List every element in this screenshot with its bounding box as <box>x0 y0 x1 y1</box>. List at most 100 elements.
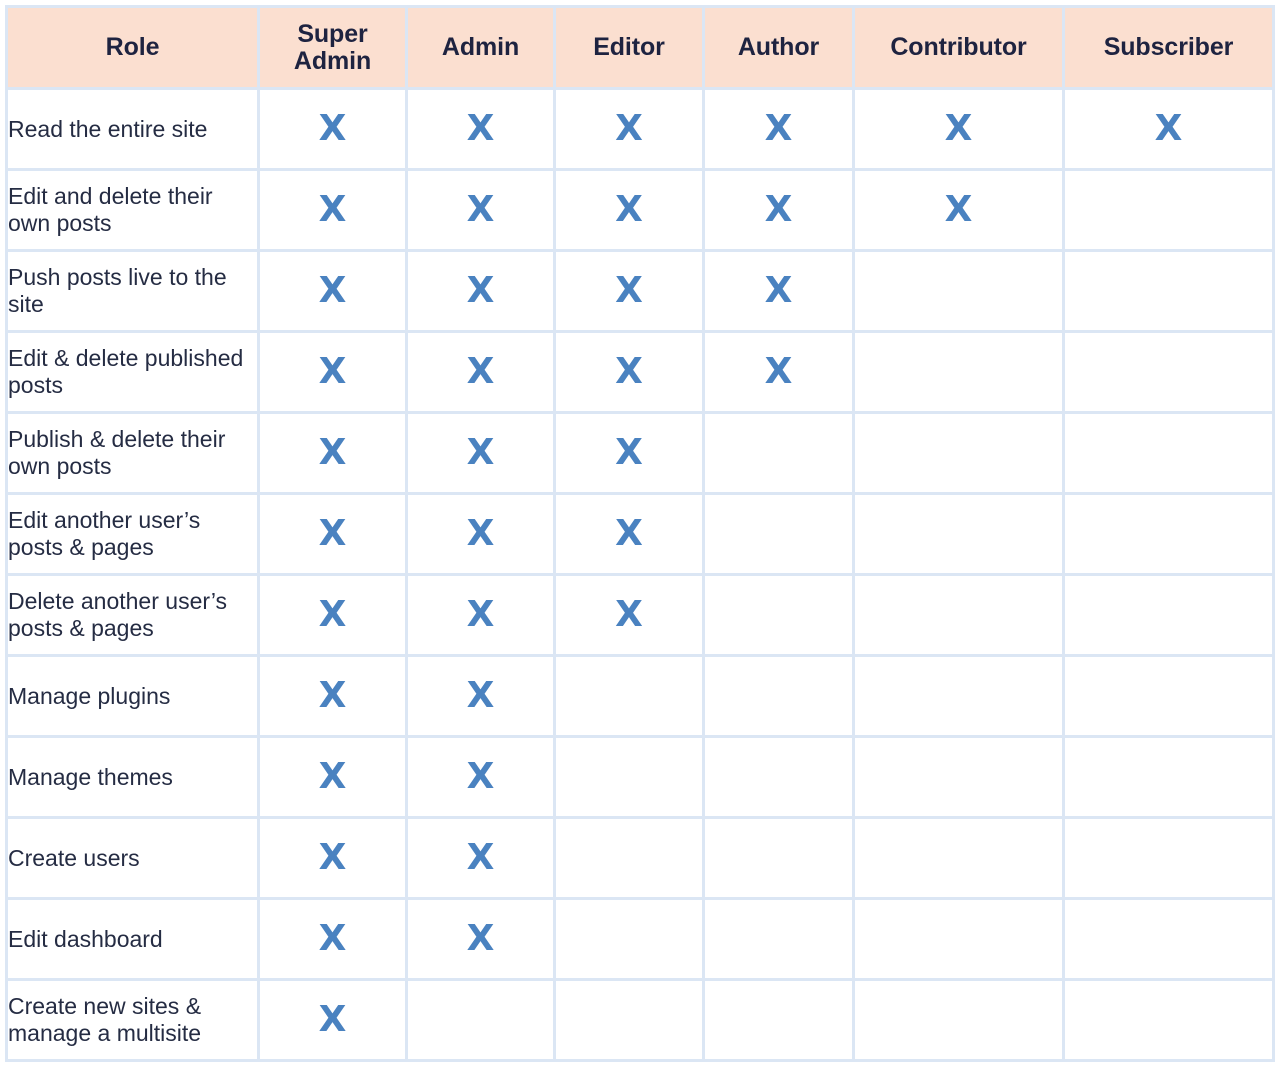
permission-granted-x-icon: X <box>318 270 347 311</box>
permission-cell-author: X <box>705 819 855 900</box>
permission-cell-superadmin: X <box>260 981 408 1062</box>
header-row: Role Super Admin Admin Editor Author Con… <box>5 5 1275 90</box>
permission-granted-x-icon: X <box>615 189 643 230</box>
permission-cell-superadmin: X <box>260 333 408 414</box>
permission-cell-contributor: X <box>855 576 1065 657</box>
permission-cell-author: X <box>705 333 855 414</box>
row-label-capability: Edit dashboard <box>5 900 260 981</box>
permission-cell-author: X <box>705 981 855 1062</box>
permission-granted-x-icon: X <box>466 837 495 878</box>
role-permissions-table: Role Super Admin Admin Editor Author Con… <box>5 5 1275 1062</box>
permission-cell-contributor: X <box>855 414 1065 495</box>
permission-cell-editor: X <box>556 819 705 900</box>
permission-cell-contributor: X <box>855 90 1065 171</box>
permission-cell-author: X <box>705 171 855 252</box>
permission-cell-subscriber: X <box>1065 171 1275 252</box>
permission-granted-x-icon: X <box>466 594 495 635</box>
permission-cell-superadmin: X <box>260 900 408 981</box>
row-label-capability: Delete another user’s posts & pages <box>5 576 260 657</box>
permission-cell-contributor: X <box>855 495 1065 576</box>
permission-granted-x-icon: X <box>615 513 643 554</box>
permission-cell-admin: X <box>408 333 556 414</box>
permission-granted-x-icon: X <box>318 594 347 635</box>
permission-cell-superadmin: X <box>260 657 408 738</box>
permission-granted-x-icon: X <box>615 108 643 149</box>
permission-cell-subscriber: X <box>1065 657 1275 738</box>
permission-cell-subscriber: X <box>1065 576 1275 657</box>
row-label-capability: Edit & delete published posts <box>5 333 260 414</box>
column-header-author: Author <box>705 5 855 90</box>
permission-cell-contributor: X <box>855 333 1065 414</box>
row-label-capability: Create new sites & manage a multisite <box>5 981 260 1062</box>
permission-cell-editor: X <box>556 333 705 414</box>
permission-cell-admin: X <box>408 414 556 495</box>
permission-cell-superadmin: X <box>260 90 408 171</box>
permission-granted-x-icon: X <box>764 108 793 149</box>
permission-granted-x-icon: X <box>1154 108 1183 149</box>
permission-cell-admin: X <box>408 900 556 981</box>
row-label-capability: Push posts live to the site <box>5 252 260 333</box>
permission-cell-editor: X <box>556 576 705 657</box>
permission-granted-x-icon: X <box>466 351 495 392</box>
table-row: Create usersXXXXXX <box>5 819 1275 900</box>
permission-cell-contributor: X <box>855 819 1065 900</box>
permission-granted-x-icon: X <box>615 270 643 311</box>
column-header-role: Role <box>5 5 260 90</box>
permission-cell-admin: X <box>408 657 556 738</box>
permission-cell-admin: X <box>408 819 556 900</box>
permission-granted-x-icon: X <box>615 594 643 635</box>
permission-cell-subscriber: X <box>1065 90 1275 171</box>
row-label-capability: Publish & delete their own posts <box>5 414 260 495</box>
permission-cell-subscriber: X <box>1065 900 1275 981</box>
permission-cell-superadmin: X <box>260 171 408 252</box>
permission-cell-editor: X <box>556 900 705 981</box>
permission-granted-x-icon: X <box>466 270 495 311</box>
permission-granted-x-icon: X <box>466 756 495 797</box>
permission-cell-superadmin: X <box>260 495 408 576</box>
permission-cell-admin: X <box>408 981 556 1062</box>
permission-cell-author: X <box>705 657 855 738</box>
permission-granted-x-icon: X <box>466 675 495 716</box>
permission-granted-x-icon: X <box>318 189 347 230</box>
permission-granted-x-icon: X <box>318 999 347 1040</box>
permission-cell-contributor: X <box>855 171 1065 252</box>
permission-cell-subscriber: X <box>1065 819 1275 900</box>
column-header-subscriber: Subscriber <box>1065 5 1275 90</box>
row-label-capability: Manage plugins <box>5 657 260 738</box>
permission-granted-x-icon: X <box>615 432 643 473</box>
permission-granted-x-icon: X <box>764 351 793 392</box>
permission-cell-superadmin: X <box>260 738 408 819</box>
permission-granted-x-icon: X <box>318 756 347 797</box>
permission-cell-superadmin: X <box>260 576 408 657</box>
row-label-capability: Edit another user’s posts & pages <box>5 495 260 576</box>
permission-cell-author: X <box>705 738 855 819</box>
permission-cell-editor: X <box>556 738 705 819</box>
table-row: Read the entire site X X X X X X <box>5 90 1275 171</box>
permission-granted-x-icon: X <box>764 189 793 230</box>
permission-granted-x-icon: X <box>466 108 495 149</box>
column-header-admin: Admin <box>408 5 556 90</box>
permission-granted-x-icon: X <box>944 108 973 149</box>
table-row: Manage themesXXXXXX <box>5 738 1275 819</box>
row-label-capability: Manage themes <box>5 738 260 819</box>
permission-granted-x-icon: X <box>318 108 347 149</box>
permission-cell-superadmin: X <box>260 252 408 333</box>
permission-cell-contributor: X <box>855 252 1065 333</box>
permission-cell-superadmin: X <box>260 819 408 900</box>
permission-cell-subscriber: X <box>1065 333 1275 414</box>
permission-granted-x-icon: X <box>466 432 495 473</box>
table-header: Role Super Admin Admin Editor Author Con… <box>5 5 1275 90</box>
permission-cell-editor: X <box>556 981 705 1062</box>
permission-cell-editor: X <box>556 657 705 738</box>
table-row: Create new sites & manage a multisiteXXX… <box>5 981 1275 1062</box>
permission-cell-admin: X <box>408 495 556 576</box>
permission-cell-admin: X <box>408 252 556 333</box>
table-row: Edit dashboardXXXXXX <box>5 900 1275 981</box>
permission-granted-x-icon: X <box>318 675 347 716</box>
permission-granted-x-icon: X <box>318 432 347 473</box>
table-body: Read the entire site X X X X X X Edit and delet… <box>5 90 1275 1062</box>
permission-granted-x-icon: X <box>466 513 495 554</box>
permission-cell-contributor: X <box>855 900 1065 981</box>
column-header-superadmin: Super Admin <box>260 5 408 90</box>
permission-granted-x-icon: X <box>764 270 793 311</box>
